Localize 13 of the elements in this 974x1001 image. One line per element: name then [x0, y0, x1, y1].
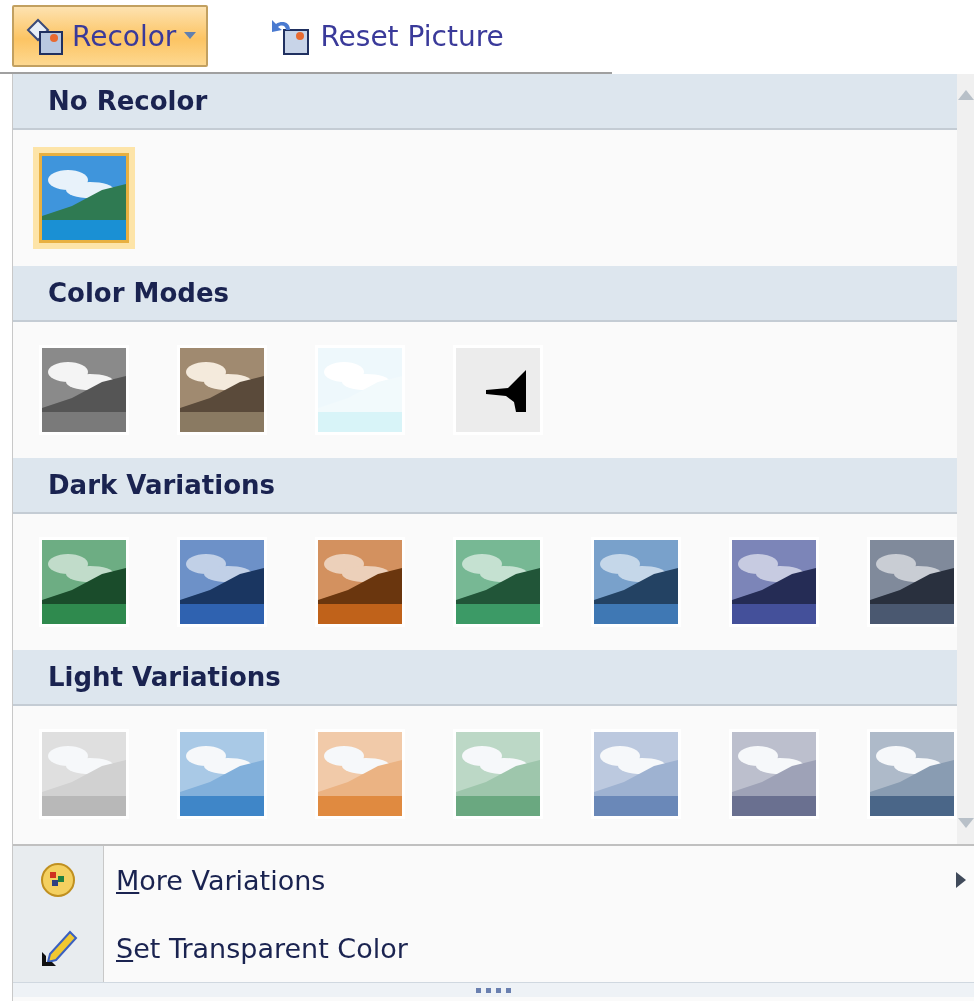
- recolor-dropdown[interactable]: Recolor: [12, 5, 209, 67]
- toolbar-button[interactable]: Reset Picture: [258, 5, 516, 67]
- paint-bucket-picture-icon: [24, 16, 64, 56]
- menu-item[interactable]: Set Transparent Color: [116, 932, 974, 964]
- palette-icon: [40, 862, 76, 898]
- menu-item[interactable]: More Variations: [116, 864, 956, 896]
- resize-grip[interactable]: [13, 982, 974, 997]
- section-header: No Recolor: [13, 74, 957, 130]
- section-header: Color Modes: [13, 266, 957, 322]
- section-header: Light Variations: [13, 650, 957, 706]
- section-header: Dark Variations: [13, 458, 957, 514]
- grip-dots-icon: [476, 987, 511, 993]
- caret-icon: [184, 32, 197, 40]
